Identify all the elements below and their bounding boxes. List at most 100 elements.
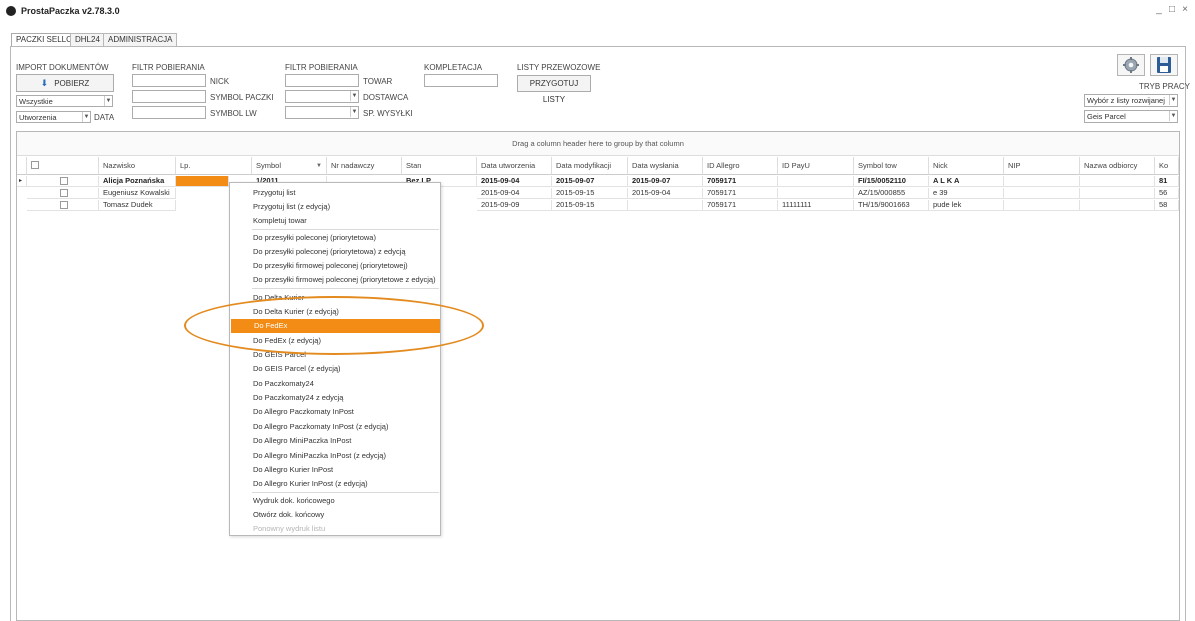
close-button[interactable]: ×: [1179, 4, 1191, 16]
menu-item-firmowa[interactable]: Do przesyłki firmowej poleconej (prioryt…: [230, 259, 440, 273]
cell-nazwa-odbiorcy[interactable]: [1080, 176, 1155, 187]
tab-dhl24[interactable]: DHL24: [70, 33, 105, 46]
cell-nazwisko[interactable]: Eugeniusz Kowalski: [99, 188, 176, 199]
dostawca-select[interactable]: ▼: [285, 90, 359, 103]
sp-wysylki-select[interactable]: ▼: [285, 106, 359, 119]
cell-nazwa-odbiorcy[interactable]: [1080, 188, 1155, 199]
menu-item-kompletuj-towar[interactable]: Kompletuj towar: [230, 214, 440, 228]
menu-item-otworz-dok[interactable]: Otwórz dok. końcowy: [230, 508, 440, 522]
menu-item-allegro-minipaczka-edycja[interactable]: Do Allegro MiniPaczka InPost (z edycją): [230, 449, 440, 463]
import-filter-select[interactable]: Wszystkie ▼: [16, 95, 113, 107]
column-header[interactable]: Nazwisko: [99, 157, 176, 175]
cell-id-payu[interactable]: 11111111: [778, 200, 854, 211]
column-header[interactable]: Nr nadawczy: [327, 157, 402, 175]
column-header[interactable]: Nick: [929, 157, 1004, 175]
group-by-panel[interactable]: Drag a column header here to group by th…: [17, 132, 1179, 156]
menu-item-allegro-minipaczka[interactable]: Do Allegro MiniPaczka InPost: [230, 434, 440, 448]
column-header[interactable]: Nazwa odbiorcy: [1080, 157, 1155, 175]
pobierz-button[interactable]: ⬇ POBIERZ: [16, 74, 114, 92]
column-header[interactable]: NIP: [1004, 157, 1080, 175]
row-checkbox[interactable]: [60, 201, 68, 209]
cell-id-payu[interactable]: [778, 188, 854, 199]
cell-nick[interactable]: A L K A: [929, 176, 1004, 187]
cell-lp-selected[interactable]: [176, 176, 229, 187]
row-checkbox-cell[interactable]: [27, 188, 99, 199]
cell-ko[interactable]: 58: [1155, 200, 1179, 211]
cell-id-allegro[interactable]: 7059171: [703, 176, 778, 187]
column-header[interactable]: Symbol ▼: [252, 157, 327, 175]
menu-item-paczkomaty24[interactable]: Do Paczkomaty24: [230, 377, 440, 391]
menu-item-allegro-paczkomaty-edycja[interactable]: Do Allegro Paczkomaty InPost (z edycją): [230, 420, 440, 434]
cell-nip[interactable]: [1004, 188, 1080, 199]
tab-administracja[interactable]: ADMINISTRACJA: [103, 33, 178, 46]
cell-data-modyfikacji[interactable]: 2015-09-15: [552, 188, 628, 199]
menu-item-paczkomaty24-edycja[interactable]: Do Paczkomaty24 z edycją: [230, 391, 440, 405]
column-header[interactable]: Stan: [402, 157, 477, 175]
column-header[interactable]: Symbol tow: [854, 157, 929, 175]
cell-id-allegro[interactable]: 7059171: [703, 188, 778, 199]
cell-data-wyslania[interactable]: 2015-09-07: [628, 176, 703, 187]
row-checkbox-cell[interactable]: [27, 200, 99, 211]
menu-separator: [252, 288, 439, 289]
menu-item-allegro-kurier-edycja[interactable]: Do Allegro Kurier InPost (z edycją): [230, 477, 440, 491]
cell-symbol-tow[interactable]: FI/15/0052110: [854, 176, 929, 187]
minimize-button[interactable]: _: [1153, 4, 1165, 16]
menu-item-polecona-edycja[interactable]: Do przesyłki poleconej (priorytetowa) z …: [230, 245, 440, 259]
symbol-paczki-input[interactable]: [132, 90, 206, 103]
maximize-button[interactable]: □: [1166, 4, 1178, 16]
cell-data-utworzenia[interactable]: 2015-09-09: [477, 200, 552, 211]
carrier-select[interactable]: Geis Parcel ▼: [1084, 110, 1178, 123]
towar-input[interactable]: [285, 74, 359, 87]
cell-id-allegro[interactable]: 7059171: [703, 200, 778, 211]
tab-paczki-sello[interactable]: PACZKI SELLO: [11, 33, 78, 47]
column-header[interactable]: Data wysłania: [628, 157, 703, 175]
symbol-lw-input[interactable]: [132, 106, 206, 119]
settings-button[interactable]: [1117, 54, 1145, 76]
cell-symbol-tow[interactable]: AZ/15/000855: [854, 188, 929, 199]
kompletacja-input[interactable]: [424, 74, 498, 87]
cell-data-wyslania[interactable]: [628, 200, 703, 211]
column-header[interactable]: Lp.: [176, 157, 252, 175]
cell-data-utworzenia[interactable]: 2015-09-04: [477, 188, 552, 199]
cell-data-modyfikacji[interactable]: 2015-09-07: [552, 176, 628, 187]
cell-symbol-tow[interactable]: TH/15/9001663: [854, 200, 929, 211]
import-sort-select[interactable]: Utworzenia ▼: [16, 111, 91, 123]
menu-item-geis-parcel-edycja[interactable]: Do GEIS Parcel (z edycją): [230, 362, 440, 376]
row-checkbox-cell[interactable]: [27, 176, 99, 187]
select-all-header[interactable]: [27, 157, 99, 175]
column-header[interactable]: ID PayU: [778, 157, 854, 175]
save-button[interactable]: [1150, 54, 1178, 76]
menu-item-polecona[interactable]: Do przesyłki poleconej (priorytetowa): [230, 231, 440, 245]
cell-nick[interactable]: e 39: [929, 188, 1004, 199]
cell-data-wyslania[interactable]: 2015-09-04: [628, 188, 703, 199]
filter2-title: FILTR POBIERANIA: [285, 63, 358, 72]
przygotuj-listy-button[interactable]: PRZYGOTUJ LISTY: [517, 75, 591, 104]
menu-item-allegro-kurier[interactable]: Do Allegro Kurier InPost: [230, 463, 440, 477]
menu-item-firmowa-edycja[interactable]: Do przesyłki firmowej poleconej (prioryt…: [230, 273, 440, 287]
cell-ko[interactable]: 81: [1155, 176, 1179, 187]
column-header[interactable]: Data utworzenia: [477, 157, 552, 175]
menu-item-przygotuj-list-edycja[interactable]: Przygotuj list (z edycją): [230, 200, 440, 214]
column-header[interactable]: Ko: [1155, 157, 1179, 175]
menu-item-przygotuj-list[interactable]: Przygotuj list: [230, 186, 440, 200]
nick-input[interactable]: [132, 74, 206, 87]
cell-nazwisko[interactable]: Alicja Poznańska: [99, 176, 176, 187]
select-all-checkbox[interactable]: [31, 161, 39, 169]
menu-item-allegro-paczkomaty[interactable]: Do Allegro Paczkomaty InPost: [230, 405, 440, 419]
tryb-pracy-title: TRYB PRACY: [1139, 82, 1190, 91]
menu-item-wydruk-dok[interactable]: Wydruk dok. końcowego: [230, 494, 440, 508]
row-checkbox[interactable]: [60, 189, 68, 197]
column-header[interactable]: ID Allegro: [703, 157, 778, 175]
column-header[interactable]: Data modyfikacji: [552, 157, 628, 175]
cell-nip[interactable]: [1004, 176, 1080, 187]
cell-data-utworzenia[interactable]: 2015-09-04: [477, 176, 552, 187]
cell-nazwa-odbiorcy[interactable]: [1080, 200, 1155, 211]
cell-nip[interactable]: [1004, 200, 1080, 211]
cell-data-modyfikacji[interactable]: 2015-09-15: [552, 200, 628, 211]
cell-nazwisko[interactable]: Tomasz Dudek: [99, 200, 176, 211]
cell-ko[interactable]: 56: [1155, 188, 1179, 199]
cell-nick[interactable]: pude lek: [929, 200, 1004, 211]
tryb-mode-select[interactable]: Wybór z listy rozwijanej ▼: [1084, 94, 1178, 107]
cell-id-payu[interactable]: [778, 176, 854, 187]
row-checkbox[interactable]: [60, 177, 68, 185]
